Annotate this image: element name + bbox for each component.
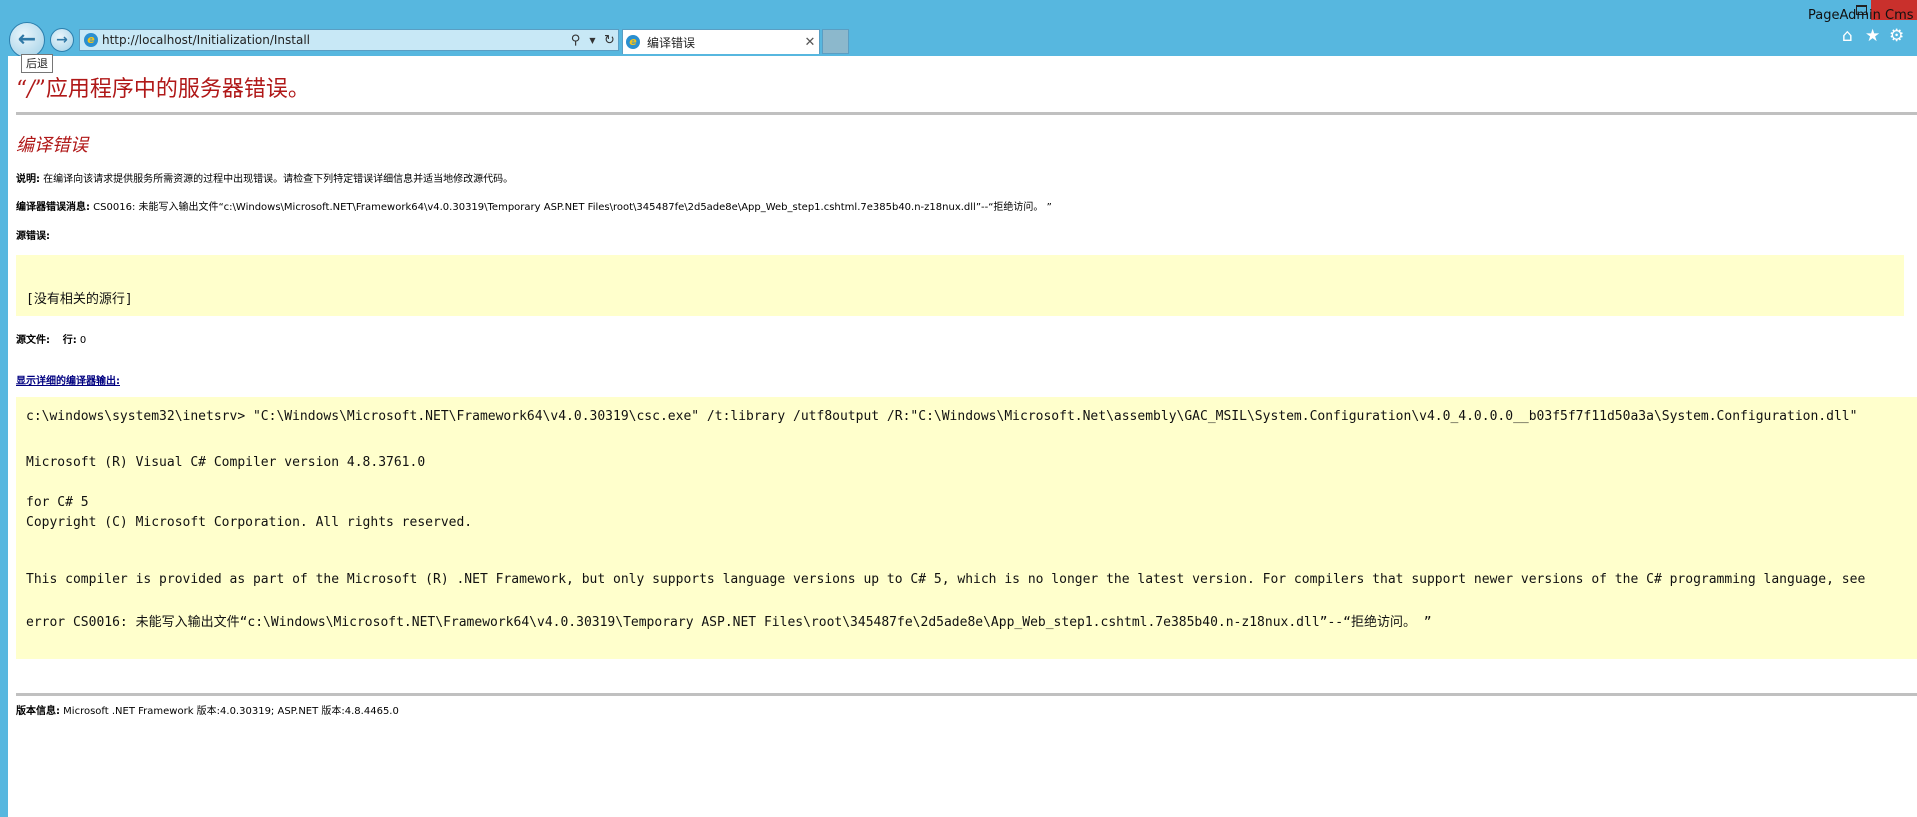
star-icon[interactable]: ★	[1865, 28, 1880, 45]
ie-tab-icon: e	[623, 35, 643, 49]
description-line: 说明: 在编译向该请求提供服务所需资源的过程中出现错误。请检查下列特定错误详细信…	[16, 174, 514, 185]
source-error-box: [没有相关的源行]	[16, 255, 1904, 316]
refresh-icon[interactable]: ↻	[601, 33, 618, 48]
forward-arrow-icon: →	[56, 32, 68, 48]
output-for-cs: for C# 5	[26, 495, 89, 510]
output-notice: This compiler is provided as part of the…	[26, 572, 1866, 587]
version-info: 版本信息: Microsoft .NET Framework 版本:4.0.30…	[16, 706, 399, 717]
output-command: c:\windows\system32\inetsrv> "C:\Windows…	[26, 409, 1858, 424]
no-source-text: [没有相关的源行]	[26, 292, 133, 307]
back-arrow-icon: ←	[17, 27, 37, 52]
output-version: Microsoft (R) Visual C# Compiler version…	[26, 455, 426, 470]
gear-icon[interactable]: ⚙	[1889, 28, 1904, 45]
new-tab-button[interactable]	[822, 29, 849, 54]
source-file-line: 源文件: 行: 0	[16, 335, 87, 346]
compiler-error-message: 编译器错误消息: CS0016: 未能写入输出文件“c:\Windows\Mic…	[16, 202, 1052, 213]
browser-chrome: PageAdmin Cms ← → e http://localhost/Ini…	[0, 0, 1917, 58]
error-heading: 编译错误	[16, 135, 88, 156]
back-button[interactable]: ←	[9, 22, 45, 58]
output-error: error CS0016: 未能写入输出文件“c:\Windows\Micros…	[26, 615, 1432, 630]
window-title: PageAdmin Cms	[1808, 8, 1914, 23]
show-compiler-output-link[interactable]: 显示详细的编译器输出:	[16, 372, 120, 387]
chevron-down-icon[interactable]: ▼	[584, 36, 601, 45]
source-error-label: 源错误:	[16, 231, 50, 242]
divider	[16, 112, 1917, 115]
page-viewport[interactable]: “/”应用程序中的服务器错误。 编译错误 说明: 在编译向该请求提供服务所需资源…	[8, 56, 1917, 817]
output-copyright: Copyright (C) Microsoft Corporation. All…	[26, 515, 473, 530]
address-bar[interactable]: e http://localhost/Initialization/Instal…	[79, 29, 619, 51]
address-url[interactable]: http://localhost/Initialization/Install	[102, 33, 567, 47]
ie-page-icon: e	[80, 33, 102, 47]
forward-button[interactable]: →	[50, 28, 74, 52]
divider	[16, 693, 1917, 696]
page-title: “/”应用程序中的服务器错误。	[16, 77, 310, 102]
compiler-output-box: c:\windows\system32\inetsrv> "C:\Windows…	[16, 397, 1917, 659]
close-icon[interactable]: ✕	[801, 35, 819, 50]
tab-compile-error[interactable]: e 编译错误 ✕	[622, 29, 820, 54]
search-icon[interactable]: ⚲	[567, 33, 584, 48]
tab-title: 编译错误	[647, 35, 696, 50]
home-icon[interactable]: ⌂	[1842, 28, 1853, 45]
back-tooltip: 后退	[21, 54, 53, 73]
